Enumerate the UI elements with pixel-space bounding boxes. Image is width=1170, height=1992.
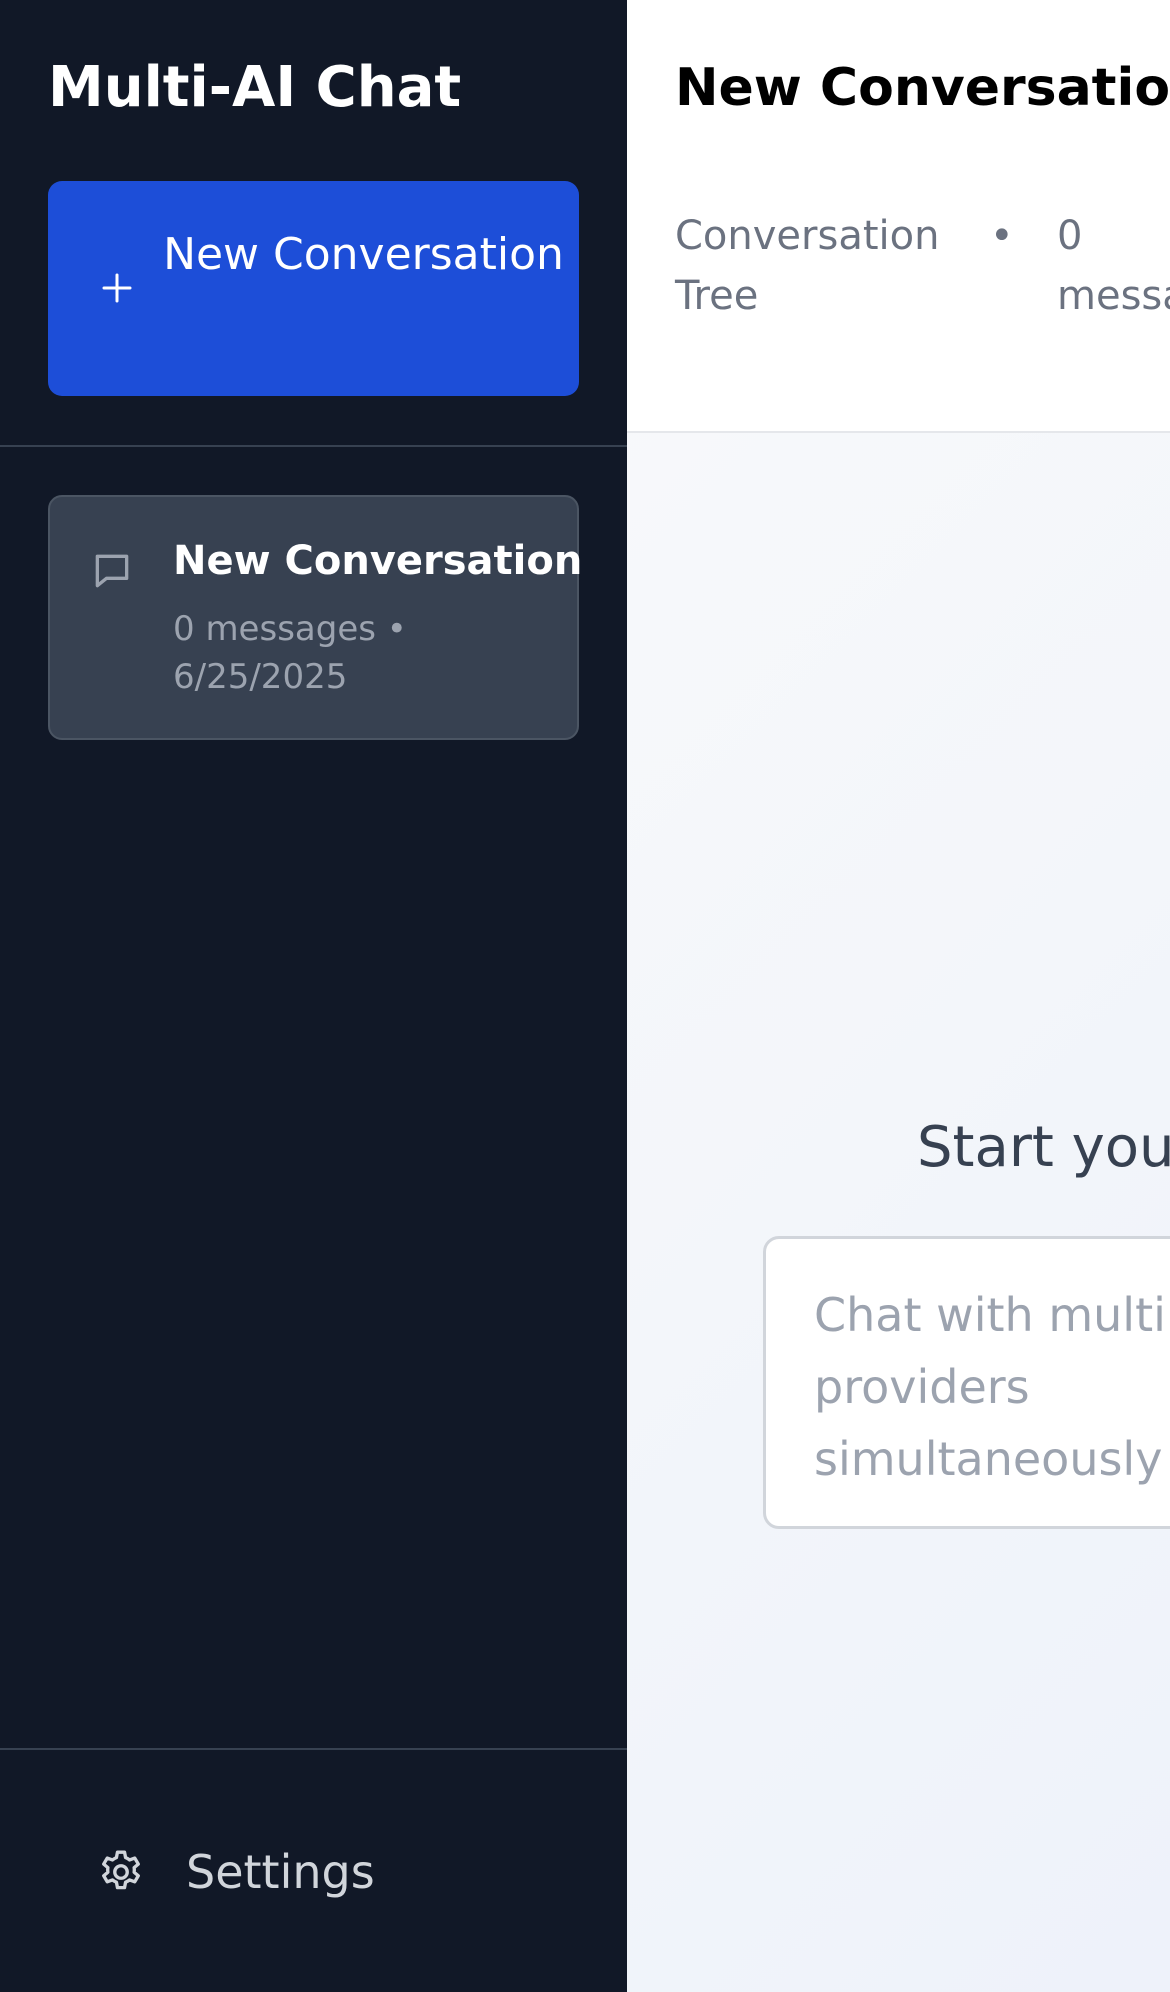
conversation-header: New Conversation Conversation Tree • 0 m… [627, 0, 1170, 433]
new-conversation-button[interactable]: New Conversation [48, 181, 579, 396]
conversation-mode-label: Conversation Tree [675, 213, 940, 319]
gear-icon [102, 1850, 140, 1890]
app-title: Multi-AI Chat [48, 55, 462, 120]
conversation-list-item[interactable]: New Conversation 0 messages • 6/25/2025 [48, 495, 583, 740]
sidebar-divider-bottom [0, 1748, 627, 1750]
new-conversation-label: New Conversation [163, 229, 564, 280]
message-count: 0 messa [1057, 213, 1170, 319]
sidebar-divider [0, 445, 627, 447]
header-separator: • [990, 213, 1014, 259]
main-panel: New Conversation Conversation Tree • 0 m… [627, 0, 1170, 1992]
chat-input[interactable] [763, 1236, 1170, 1529]
settings-label: Settings [186, 1845, 375, 1899]
page-title: New Conversation [675, 58, 1170, 118]
empty-state-heading: Start your [917, 1115, 1170, 1180]
sidebar: Multi-AI Chat New Conversation New Conve… [0, 0, 627, 1992]
conversation-meta: 0 messages • 6/25/2025 [173, 609, 407, 697]
conversation-title: New Conversation [173, 538, 583, 584]
app-window: Multi-AI Chat New Conversation New Conve… [0, 0, 1170, 1992]
settings-button[interactable]: Settings [96, 1840, 375, 1904]
plus-icon [102, 273, 132, 303]
chat-bubble-icon [95, 554, 129, 588]
